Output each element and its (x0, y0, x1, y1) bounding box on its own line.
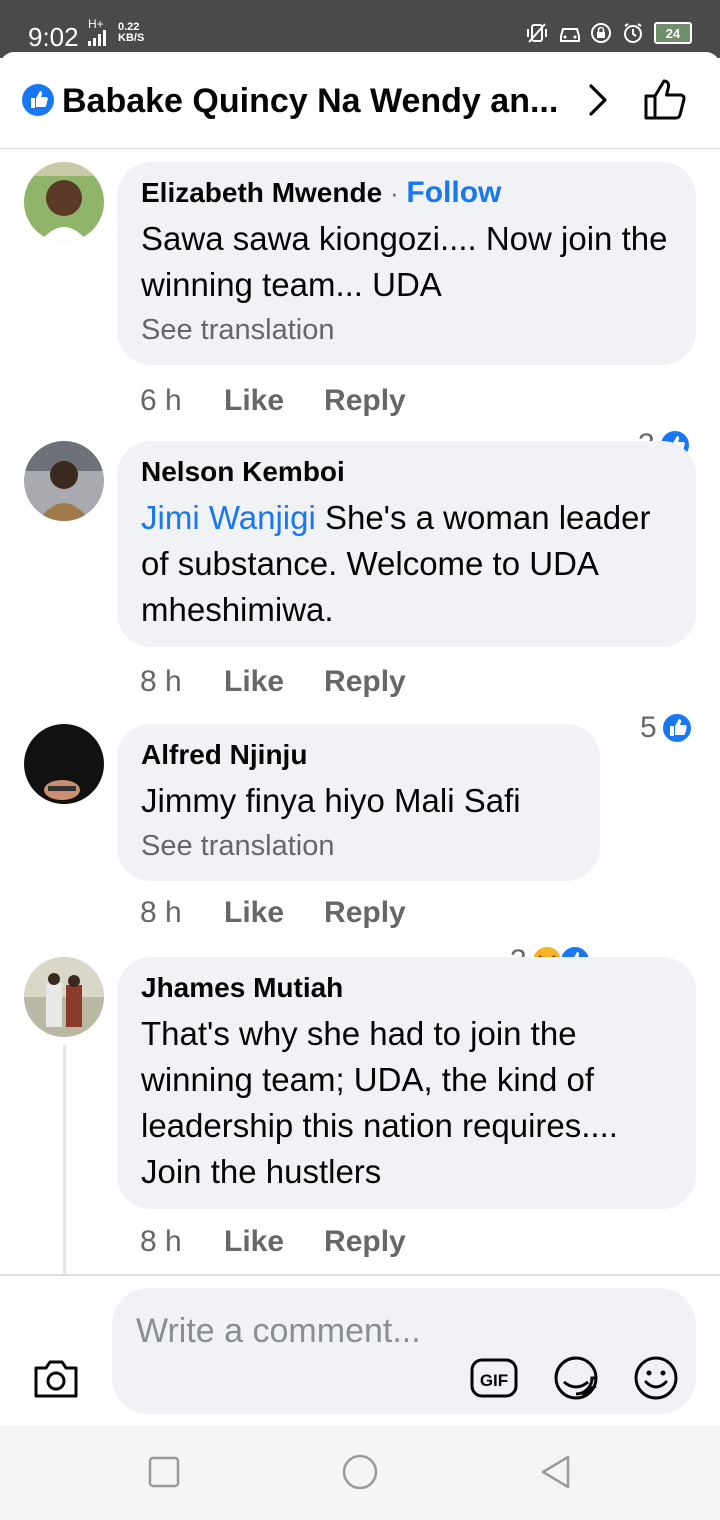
comment-bubble: Elizabeth Mwende · Follow Sawa sawa kion… (117, 162, 696, 365)
comment-time[interactable]: 8 h (140, 1225, 224, 1259)
reactions[interactable]: 5 (640, 711, 693, 745)
comment-actions: 6 h Like Reply (140, 384, 446, 418)
status-bar: 9:02 H+ 0.22 KB/S 24 (0, 0, 720, 58)
reply-button[interactable]: Reply (324, 896, 406, 930)
like-reaction-icon (660, 712, 693, 744)
comment-actions: 8 h Like Reply (140, 1225, 446, 1259)
like-button[interactable]: Like (224, 665, 284, 699)
comment-author[interactable]: Nelson Kemboi (141, 455, 672, 489)
emoji-icon[interactable] (632, 1354, 680, 1402)
network-type: H+ (88, 17, 104, 31)
avatar[interactable] (24, 162, 104, 242)
avatar[interactable] (24, 441, 104, 521)
gif-label: GIF (480, 1371, 508, 1390)
comment-composer: Write a comment... GIF (0, 1274, 720, 1428)
sheet-header: Babake Quincy Na Wendy an... (0, 52, 720, 149)
comment-text: Jimmy finya hiyo Mali Safi (141, 782, 521, 819)
post-title[interactable]: Babake Quincy Na Wendy an... (62, 82, 572, 121)
chevron-right-icon[interactable] (580, 80, 616, 120)
status-icons: 24 (526, 22, 692, 44)
comment-time[interactable]: 8 h (140, 896, 224, 930)
reaction-count: 5 (640, 711, 657, 744)
comment-text: Sawa sawa kiongozi.... Now join the winn… (141, 220, 668, 303)
sticker-icon[interactable] (552, 1354, 600, 1402)
comment-text: That's why she had to join the winning t… (141, 1015, 618, 1190)
recents-icon[interactable] (146, 1454, 182, 1490)
system-nav-bar (0, 1426, 720, 1520)
lock-rotation-icon (590, 22, 612, 44)
car-icon (558, 22, 580, 44)
see-translation-link[interactable]: See translation (141, 310, 672, 350)
status-time: 9:02 (28, 22, 79, 52)
battery-icon: 24 (654, 22, 692, 44)
like-badge-icon (22, 84, 54, 116)
comment-placeholder[interactable]: Write a comment... (136, 1310, 436, 1352)
comment-bubble: Nelson Kemboi Jimi Wanjigi She's a woman… (117, 441, 696, 647)
like-button[interactable]: Like (224, 896, 284, 930)
back-icon[interactable] (538, 1454, 574, 1490)
thumbs-up-icon[interactable] (642, 76, 692, 122)
mention-link[interactable]: Jimi Wanjigi (141, 499, 316, 536)
see-translation-link[interactable]: See translation (141, 826, 576, 866)
reply-thread-line (63, 1045, 66, 1275)
like-button[interactable]: Like (224, 1225, 284, 1259)
comment-time[interactable]: 6 h (140, 384, 224, 418)
follow-button[interactable]: Follow (406, 176, 501, 209)
comment-author[interactable]: Jhames Mutiah (141, 971, 672, 1005)
comment-author[interactable]: Elizabeth Mwende (141, 177, 382, 208)
comment-time[interactable]: 8 h (140, 665, 224, 699)
alarm-icon (622, 22, 644, 44)
comment-input[interactable]: Write a comment... GIF (112, 1288, 696, 1414)
vibrate-icon (526, 22, 548, 44)
avatar[interactable] (24, 957, 104, 1037)
separator: · (389, 178, 399, 208)
comment-author[interactable]: Alfred Njinju (141, 738, 576, 772)
network-speed: 0.22 KB/S (118, 22, 144, 44)
avatar[interactable] (24, 724, 104, 804)
comment-actions: 8 h Like Reply (140, 665, 446, 699)
network-indicator: H+ (88, 18, 108, 46)
comment-bubble: Alfred Njinju Jimmy finya hiyo Mali Safi… (117, 724, 600, 881)
like-button[interactable]: Like (224, 384, 284, 418)
comment-actions: 8 h Like Reply (140, 896, 446, 930)
home-icon[interactable] (342, 1454, 378, 1490)
reply-button[interactable]: Reply (324, 665, 406, 699)
camera-icon[interactable] (32, 1356, 80, 1400)
reply-button[interactable]: Reply (324, 1225, 406, 1259)
reply-button[interactable]: Reply (324, 384, 406, 418)
comment-bubble: Jhames Mutiah That's why she had to join… (117, 957, 696, 1209)
speed-unit: KB/S (118, 32, 145, 44)
signal-icon (88, 30, 106, 46)
gif-icon[interactable]: GIF (470, 1354, 518, 1402)
